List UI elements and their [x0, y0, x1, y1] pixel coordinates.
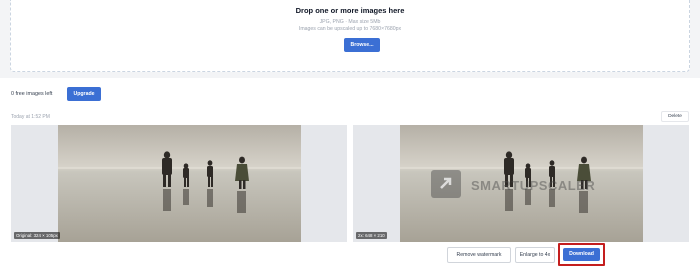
original-image	[58, 125, 301, 242]
upscaled-image-container: SMARTUPSCALER 2x: 648 × 210	[353, 125, 689, 242]
remove-watermark-button[interactable]: Remove watermark	[447, 247, 511, 263]
browse-button[interactable]: Browse...	[344, 38, 380, 52]
expand-arrow-icon	[431, 170, 461, 198]
dropzone-title: Drop one or more images here	[295, 6, 405, 15]
download-button[interactable]: Download	[563, 248, 600, 261]
delete-button[interactable]: Delete	[661, 111, 689, 122]
original-image-container: Original: 324 × 105px	[11, 125, 347, 242]
upgrade-button[interactable]: Upgrade	[67, 87, 101, 101]
watermark-overlay: SMARTUPSCALER	[431, 170, 616, 200]
upscaled-size-badge: 2x: 648 × 210	[356, 232, 387, 239]
job-timestamp: Today at 1:52 PM	[11, 114, 50, 120]
enlarge-button[interactable]: Enlarge to 4x	[515, 247, 555, 263]
watermark-text: SMARTUPSCALER	[471, 178, 596, 193]
original-size-badge: Original: 324 × 105px	[14, 232, 60, 239]
free-images-counter: 0 free images left	[11, 91, 53, 97]
download-highlight: Download	[558, 243, 605, 266]
upload-dropzone[interactable]: Drop one or more images here JPG, PNG · …	[10, 0, 690, 72]
dropzone-size-limit: Images can be upscaled up to 7680×7680px	[298, 26, 402, 32]
dropzone-formats: JPG, PNG · Max size 5Mb	[319, 19, 381, 25]
